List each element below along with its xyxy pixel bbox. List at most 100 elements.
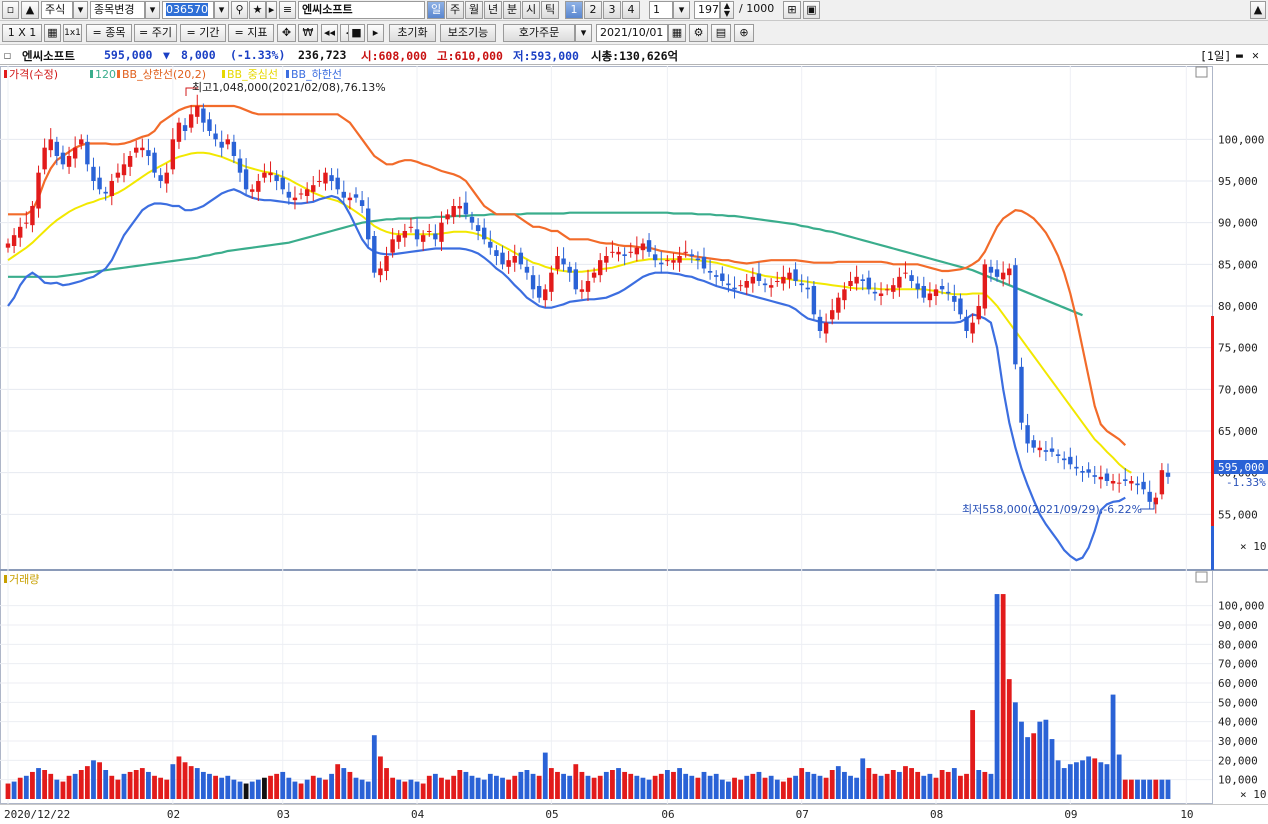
candle <box>524 266 530 273</box>
volume-bar <box>109 775 115 799</box>
won-icon[interactable]: ₩ <box>298 24 318 42</box>
volume-bar <box>182 762 188 799</box>
candle <box>964 316 969 331</box>
zoom-icon[interactable]: ⊕ <box>734 24 754 42</box>
one-by-one-icon[interactable]: 1x1 <box>63 24 82 42</box>
candle <box>1080 471 1085 473</box>
tick-number-3[interactable]: 3 <box>603 1 621 19</box>
indicator-button[interactable]: = 지표 <box>228 24 274 42</box>
candle <box>311 185 316 192</box>
volume-bar <box>1055 760 1061 799</box>
play-icon[interactable]: ▸ <box>367 24 384 42</box>
window-menu-icon[interactable]: ▫ <box>2 1 19 19</box>
period-tab-0[interactable]: 일 <box>427 1 445 19</box>
reset-button[interactable]: 초기화 <box>389 24 436 42</box>
calendar-icon[interactable]: ▦ <box>668 24 686 42</box>
close-icon[interactable]: ✕ <box>1252 48 1259 62</box>
candle <box>146 150 151 156</box>
layout-icon[interactable]: ▤ <box>711 24 731 42</box>
volume-bar <box>707 775 713 799</box>
volume-panel-menu-icon[interactable] <box>1195 571 1208 583</box>
period-tab-3[interactable]: 년 <box>484 1 502 19</box>
volume-bar <box>384 768 389 799</box>
volume-bar <box>463 771 469 799</box>
volume-bar <box>500 777 505 799</box>
panel-checkbox[interactable]: ☐ <box>4 48 11 62</box>
period-tab-6[interactable]: 틱 <box>541 1 559 19</box>
stock-chart[interactable]: 100,000 95,000 90,000 85,000 80,000 75,000 70,… <box>0 66 1268 824</box>
cycle-button[interactable]: = 주기 <box>134 24 177 42</box>
candle <box>884 289 890 291</box>
stock-code-input[interactable]: 036570 <box>166 3 208 16</box>
market-select[interactable]: 주식 <box>41 1 73 19</box>
quote-dropdown-icon[interactable]: ▾ <box>575 24 592 42</box>
item-button[interactable]: = 종목 <box>86 24 132 42</box>
volume-bar <box>347 771 353 799</box>
tick-number-4[interactable]: 4 <box>622 1 640 19</box>
add-window-icon[interactable]: ⊞ <box>783 1 801 19</box>
date-input[interactable]: 2021/10/01 <box>596 24 668 42</box>
candle <box>768 285 774 288</box>
volume-bar <box>1135 779 1140 799</box>
candle <box>762 283 768 286</box>
move-cross-icon[interactable]: ✥ <box>277 24 296 42</box>
candle <box>304 189 310 196</box>
volume-bar <box>958 775 963 799</box>
period-tab-5[interactable]: 시 <box>522 1 540 19</box>
quote-order-button[interactable]: 호가주문 <box>503 24 575 42</box>
minimize-icon[interactable]: ▬ <box>1236 48 1243 62</box>
rewind-icon[interactable]: ◂◂ <box>321 24 338 42</box>
candle <box>66 156 72 167</box>
candle <box>359 200 365 206</box>
volume-bar <box>207 773 212 799</box>
candle <box>341 191 346 198</box>
tick-number-2[interactable]: 2 <box>584 1 602 19</box>
collapse-up-icon[interactable]: ▲ <box>21 1 39 19</box>
period-button[interactable]: = 기간 <box>180 24 226 42</box>
volume-bar <box>262 777 267 799</box>
favorite-star-icon[interactable]: ★ <box>249 1 266 19</box>
volume-bar <box>555 771 560 799</box>
change-stock-dropdown-icon[interactable]: ▾ <box>145 1 160 19</box>
interval-dropdown-icon[interactable]: ▾ <box>673 1 690 19</box>
grid-layout-button[interactable]: 1 X 1 <box>2 24 42 42</box>
candle <box>848 281 853 286</box>
volume-bar <box>359 779 365 799</box>
volume-bar <box>1019 721 1024 799</box>
stop-icon[interactable]: ■ <box>348 24 365 42</box>
stock-name-field[interactable]: 엔씨소프트 <box>298 1 425 19</box>
next-stock-icon[interactable]: ▸ <box>266 1 277 19</box>
scroll-up-icon[interactable]: ▲ <box>1250 1 1266 19</box>
settings-gear-icon[interactable]: ⚙ <box>689 24 708 42</box>
candle <box>958 298 963 315</box>
search-icon[interactable]: ⚲ <box>231 1 248 19</box>
count-input[interactable]: 197 <box>694 1 720 19</box>
volume-bar <box>573 764 579 799</box>
period-tab-4[interactable]: 분 <box>503 1 521 19</box>
volume-bar <box>542 752 548 799</box>
volume-bar <box>726 781 731 799</box>
tick-number-1[interactable]: 1 <box>565 1 583 19</box>
volume-bar <box>5 783 11 799</box>
volume-bar <box>316 777 322 799</box>
date-tick-label: 03 <box>277 808 290 821</box>
code-dropdown-icon[interactable]: ▾ <box>214 1 229 19</box>
volume-bar <box>1006 679 1012 799</box>
price-panel-menu-icon[interactable] <box>1195 66 1208 78</box>
aux-function-button[interactable]: 보조기능 <box>440 24 496 42</box>
candle <box>775 281 780 282</box>
volume-bar <box>310 775 316 799</box>
market-dropdown-icon[interactable]: ▾ <box>73 1 88 19</box>
change-stock-select[interactable]: 종목변경 <box>90 1 145 19</box>
save-icon[interactable]: ▣ <box>803 1 820 19</box>
news-icon[interactable]: ≡ <box>279 1 296 19</box>
count-spinner-icon[interactable]: ▲ ▼ <box>720 1 734 19</box>
candle <box>1098 476 1104 480</box>
interval-input[interactable]: 1 <box>649 1 673 19</box>
period-tab-1[interactable]: 주 <box>446 1 464 19</box>
period-tab-2[interactable]: 월 <box>465 1 483 19</box>
grid-icon[interactable]: ▦ <box>44 24 61 42</box>
volume-bar <box>683 773 689 799</box>
candle <box>854 276 859 284</box>
volume-bar <box>1080 760 1085 799</box>
